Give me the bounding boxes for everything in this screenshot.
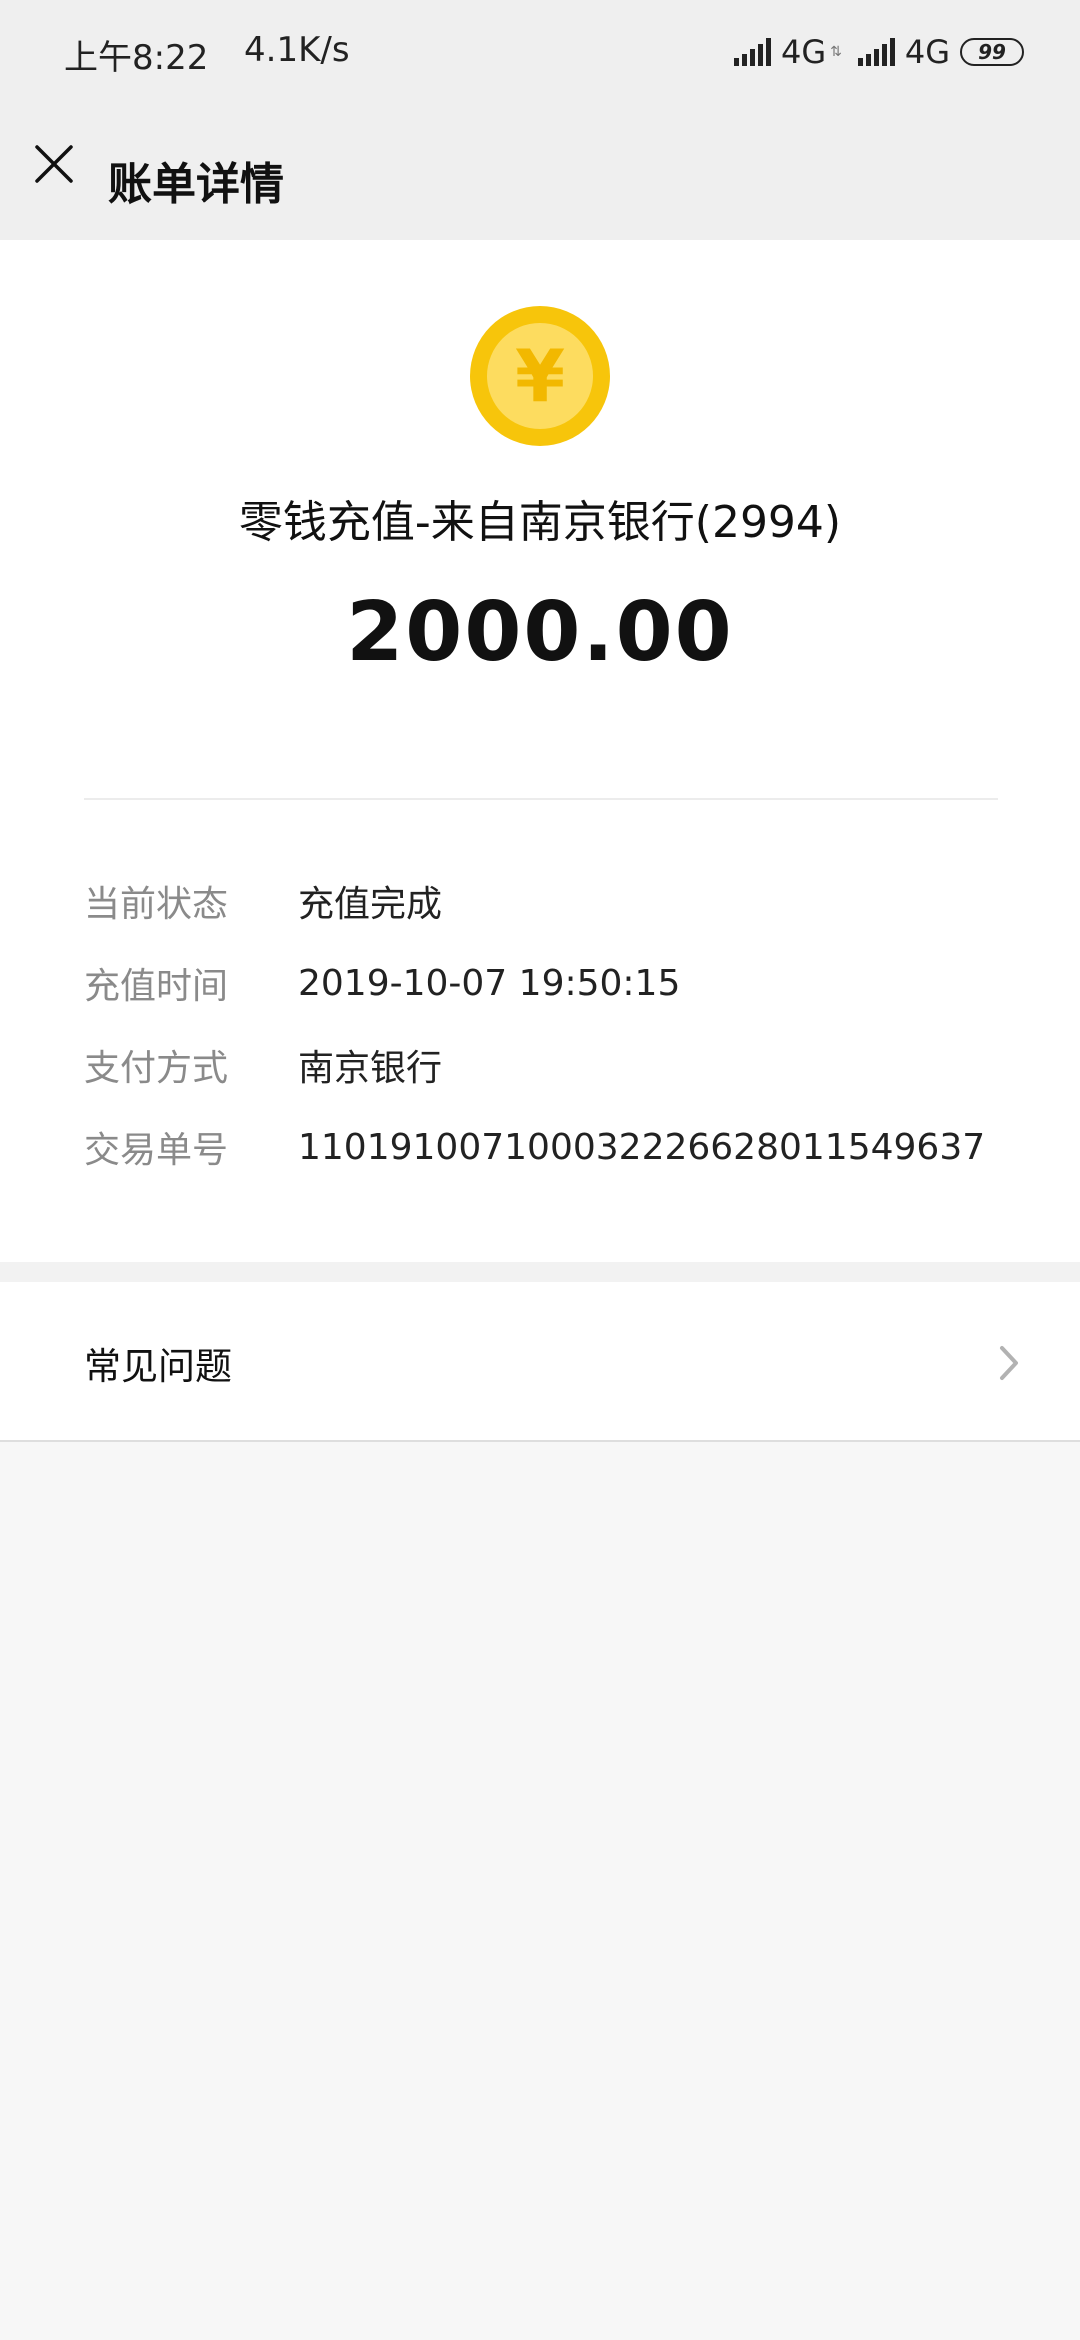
detail-row-time: 充值时间 2019-10-07 19:50:15 [84, 942, 1024, 1024]
status-time: 上午8:22 [64, 38, 209, 78]
detail-label: 支付方式 [84, 1048, 229, 1089]
signal-icon [857, 38, 895, 66]
transaction-title: 零钱充值-来自南京银行(2994) [238, 497, 842, 548]
faq-label: 常见问题 [84, 1345, 232, 1388]
detail-value: 110191007100032226628011549637 [298, 1126, 986, 1168]
transaction-amount: 2000.00 [346, 585, 734, 680]
detail-label: 当前状态 [84, 884, 229, 925]
chevron-right-icon [1000, 1346, 1018, 1380]
signal-icon [733, 38, 771, 66]
status-net-speed: 4.1K/s [244, 30, 350, 70]
detail-value: 2019-10-07 19:50:15 [298, 962, 681, 1004]
detail-row-status: 当前状态 充值完成 [84, 860, 1024, 942]
detail-row-transaction-id: 交易单号 110191007100032226628011549637 [84, 1106, 1024, 1188]
data-activity-icon: ⇅ [830, 44, 842, 60]
yuan-symbol: ¥ [487, 323, 593, 429]
yuan-coin-icon: ¥ [470, 306, 610, 446]
close-button[interactable] [24, 134, 84, 194]
page-title: 账单详情 [108, 159, 284, 210]
battery-icon: 99 [960, 38, 1024, 66]
divider [84, 798, 998, 800]
status-indicators: 4G ⇅ 4G 99 [733, 30, 1024, 74]
faq-row[interactable]: 常见问题 [0, 1282, 1080, 1442]
bill-detail-card: ¥ 零钱充值-来自南京银行(2994) 2000.00 当前状态 充值完成 充值… [0, 240, 1080, 1262]
close-icon [35, 145, 73, 183]
detail-value: 充值完成 [298, 884, 443, 925]
status-bar: 上午8:22 4.1K/s 4G ⇅ 4G 99 [0, 0, 1080, 106]
detail-list: 当前状态 充值完成 充值时间 2019-10-07 19:50:15 支付方式 … [84, 860, 1024, 1188]
detail-row-payment-method: 支付方式 南京银行 [84, 1024, 1024, 1106]
top-bar: 账单详情 [0, 106, 1080, 240]
network-type-2: 4G [904, 33, 950, 71]
network-type-1: 4G [780, 33, 827, 71]
section-gap [0, 1262, 1080, 1282]
detail-label: 充值时间 [84, 966, 229, 1007]
detail-label: 交易单号 [84, 1130, 229, 1171]
detail-value: 南京银行 [298, 1048, 443, 1089]
